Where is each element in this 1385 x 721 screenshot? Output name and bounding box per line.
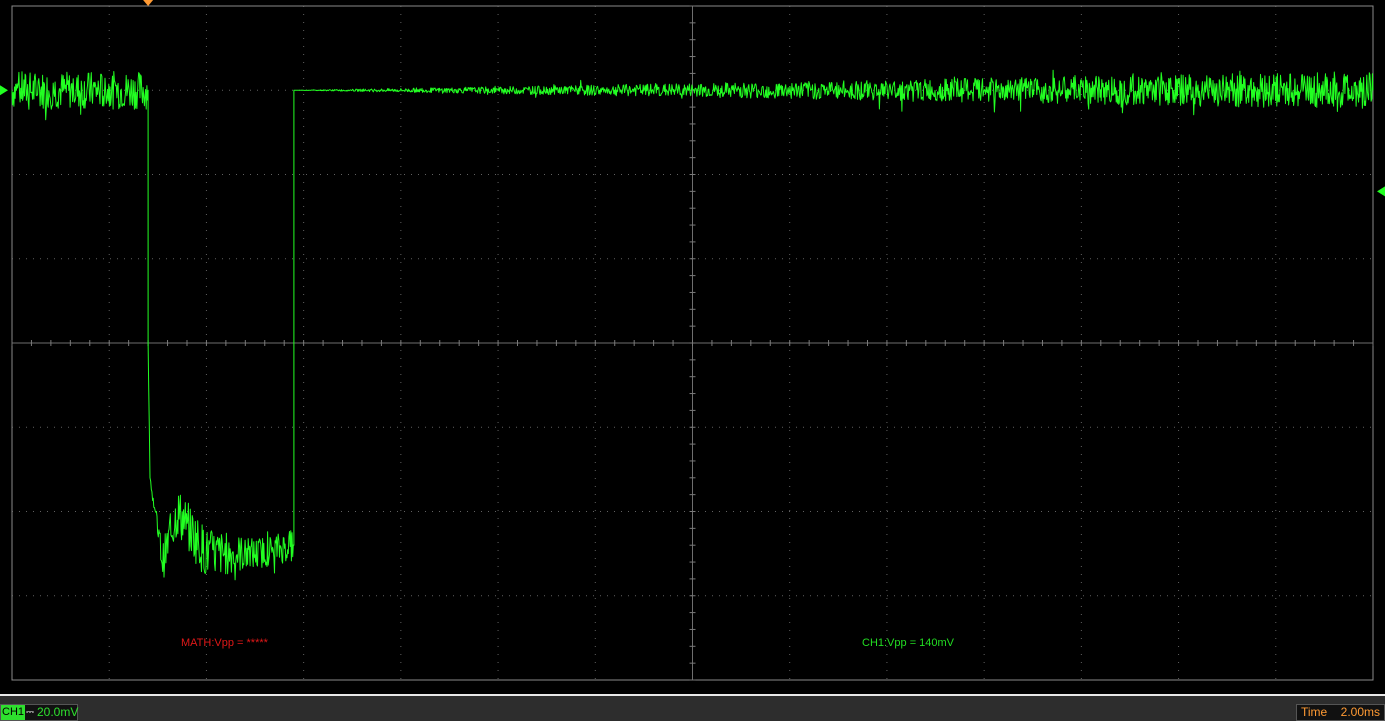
- waveform-plot: [0, 0, 1385, 681]
- ch1-ground-level-icon: [0, 85, 8, 96]
- ch1-scale-indicator[interactable]: CH1 ⎓ 20.0mV: [0, 704, 78, 721]
- oscilloscope-display: MATH:Vpp = ***** CH1:Vpp = 140mV: [0, 0, 1385, 694]
- ch1-tag: CH1: [1, 705, 26, 720]
- graticule: [11, 5, 1374, 681]
- ch1-scale-value: 20.0mV: [37, 705, 79, 719]
- timebase-indicator[interactable]: Time 2.00ms: [1296, 704, 1385, 721]
- trigger-level-icon: [1377, 186, 1385, 197]
- ch1-vpp-measurement: CH1:Vpp = 140mV: [862, 637, 955, 649]
- time-value: 2.00ms: [1340, 705, 1380, 719]
- trigger-position-icon: [143, 0, 154, 6]
- math-vpp-measurement: MATH:Vpp = *****: [181, 637, 268, 649]
- dc-coupling-icon: ⎓: [26, 707, 34, 718]
- status-bar: CH1 ⎓ 20.0mV Time 2.00ms: [0, 694, 1385, 721]
- time-label: Time: [1301, 705, 1328, 719]
